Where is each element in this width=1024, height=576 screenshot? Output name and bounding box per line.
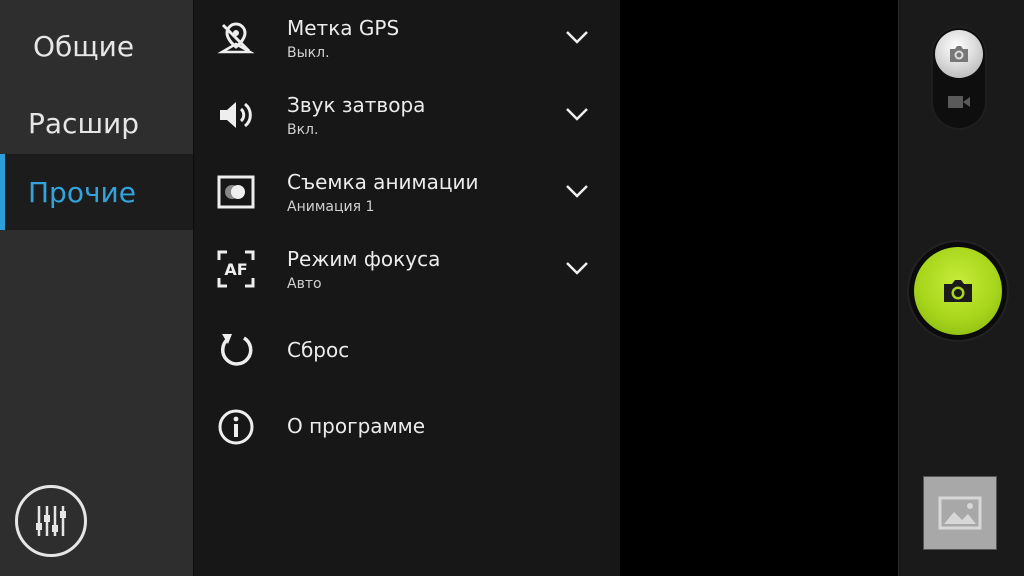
setting-title: О программе [287, 414, 426, 438]
shutter-button[interactable] [914, 247, 1002, 335]
autofocus-icon: AF [214, 247, 258, 291]
reset-icon [214, 328, 258, 372]
af-icon-text: AF [224, 260, 247, 279]
setting-title: Сброс [287, 338, 350, 362]
category-other[interactable]: Прочие [0, 154, 193, 230]
animation-icon [214, 170, 258, 214]
image-icon [938, 496, 982, 530]
settings-sliders-button[interactable] [15, 485, 87, 557]
camera-control-bar [898, 0, 1024, 576]
sliders-icon [36, 506, 66, 536]
setting-value: Вкл. [287, 122, 319, 138]
setting-row-about[interactable]: О программе [194, 385, 620, 462]
camera-preview[interactable] [620, 0, 898, 576]
chevron-down-icon[interactable] [564, 28, 590, 46]
setting-title: Звук затвора [287, 93, 426, 117]
camera-icon [944, 280, 972, 302]
category-sidebar: Общие Расшир Прочие [0, 0, 193, 576]
info-icon [214, 405, 258, 449]
setting-title: Метка GPS [287, 16, 400, 40]
video-camera-icon [948, 96, 970, 108]
speaker-icon [214, 93, 258, 137]
setting-value: Анимация 1 [287, 199, 375, 215]
photo-mode-button[interactable] [935, 30, 983, 78]
photo-video-mode-switch[interactable] [931, 26, 987, 130]
setting-title: Съемка анимации [287, 170, 479, 194]
gps-off-icon [214, 16, 258, 60]
gallery-thumbnail-button[interactable] [923, 476, 997, 550]
setting-row-reset[interactable]: Сброс [194, 308, 620, 385]
chevron-down-icon[interactable] [564, 182, 590, 200]
setting-row-animation[interactable]: Съемка анимации Анимация 1 [194, 154, 620, 231]
chevron-down-icon[interactable] [564, 105, 590, 123]
video-mode-button[interactable] [945, 92, 973, 112]
settings-list-panel: Метка GPS Выкл. Звук затвора Вкл. Съемка… [193, 0, 620, 576]
setting-value: Авто [287, 276, 322, 292]
category-general[interactable]: Общие [0, 8, 193, 84]
chevron-down-icon[interactable] [564, 259, 590, 277]
setting-row-gps-tag[interactable]: Метка GPS Выкл. [194, 0, 620, 77]
camera-icon [950, 46, 968, 62]
setting-value: Выкл. [287, 45, 330, 61]
setting-row-focus-mode[interactable]: AF Режим фокуса Авто [194, 231, 620, 308]
setting-title: Режим фокуса [287, 247, 441, 271]
shutter-ring [909, 242, 1007, 340]
setting-row-shutter-sound[interactable]: Звук затвора Вкл. [194, 77, 620, 154]
category-advanced[interactable]: Расшир [0, 85, 193, 161]
